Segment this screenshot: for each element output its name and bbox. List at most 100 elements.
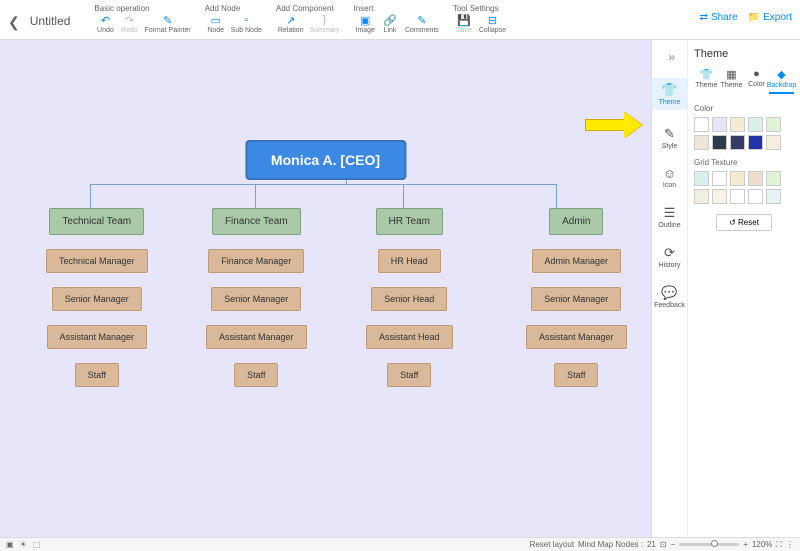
role-node[interactable]: Admin Manager [532,249,622,273]
status-icon[interactable]: ▣ [6,540,14,549]
summary-button[interactable]: }Summary [308,14,342,34]
zoom-slider[interactable] [679,543,739,546]
color-swatch[interactable] [694,117,709,132]
sub-node-icon: ▫ [239,14,253,26]
link-icon: 🔗 [383,14,397,26]
dept-column: HR Team HR Head Senior Head Assistant Head S… [366,208,453,387]
grid-swatch[interactable] [712,189,727,204]
theme-panel: Theme 👕Theme▦Theme●Color◆Backdrop Color … [687,40,800,537]
role-node[interactable]: Assistant Manager [206,325,307,349]
document-title[interactable]: Untitled [26,4,89,28]
role-node[interactable]: Senior Manager [531,287,621,311]
grid-swatch[interactable] [748,189,763,204]
grid-swatch[interactable] [730,189,745,204]
node-button[interactable]: ▭Node [205,14,227,34]
role-node[interactable]: Assistant Manager [47,325,148,349]
zoom-fit-icon[interactable]: ⊡ [660,540,667,549]
dept-node[interactable]: Technical Team [49,208,144,235]
redo-icon: ↷ [122,14,136,26]
role-node[interactable]: Staff [387,363,431,387]
color-swatch[interactable] [712,117,727,132]
status-icon-2[interactable]: ☀ [20,540,27,549]
share-button[interactable]: ⇄Share [700,12,738,23]
zoom-value: 120% [752,540,772,549]
redo-button[interactable]: ↷Redo [118,14,140,34]
role-node[interactable]: Assistant Head [366,325,453,349]
panel-collapse-button[interactable]: » [668,50,675,64]
share-icon: ⇄ [700,12,708,23]
role-node[interactable]: Senior Manager [52,287,142,311]
role-node[interactable]: Staff [554,363,598,387]
role-node[interactable]: Senior Manager [211,287,301,311]
grid-swatch[interactable] [748,171,763,186]
role-node[interactable]: Senior Head [371,287,447,311]
color-swatch[interactable] [730,135,745,150]
export-icon: 📁 [748,12,760,23]
nodes-count: 21 [647,540,656,549]
fullscreen-icon[interactable]: ⛶ [776,540,782,550]
comments-icon: ✎ [415,14,429,26]
rail-style[interactable]: ✎Style [662,126,678,150]
export-button[interactable]: 📁Export [748,12,792,23]
panel-tab-backdrop[interactable]: ◆Backdrop [769,68,794,94]
icon-icon: ☺ [663,166,676,181]
rail-history[interactable]: ⟳History [659,245,681,269]
node-icon: ▭ [209,14,223,26]
more-icon[interactable]: ⋮ [786,540,794,549]
role-node[interactable]: Technical Manager [46,249,148,273]
grid-swatch[interactable] [766,189,781,204]
panel-tab-theme[interactable]: 👕Theme [694,68,719,94]
role-node[interactable]: Staff [75,363,119,387]
color-swatch[interactable] [712,135,727,150]
rail-theme[interactable]: 👕Theme [652,78,687,110]
role-node[interactable]: HR Head [378,249,441,273]
dept-node[interactable]: HR Team [376,208,444,235]
panel-tab-theme2[interactable]: ▦Theme [719,68,744,94]
reset-layout-button[interactable]: Reset layout [530,540,574,549]
feedback-icon: 💬 [661,285,677,301]
rail-feedback[interactable]: 💬Feedback [654,285,685,309]
dept-column: Technical Team Technical Manager Senior Ma… [46,208,148,387]
toolbar-group-label: Insert [354,4,441,13]
sub-node-button[interactable]: ▫Sub Node [229,14,264,34]
undo-button[interactable]: ↶Undo [94,14,116,34]
grid-swatch[interactable] [766,171,781,186]
comments-button[interactable]: ✎Comments [403,14,441,34]
link-button[interactable]: 🔗Link [379,14,401,34]
color-swatch[interactable] [766,117,781,132]
grid-swatch[interactable] [712,171,727,186]
role-node[interactable]: Staff [234,363,278,387]
color-swatch[interactable] [748,117,763,132]
collapse-button[interactable]: ⊟Collapse [477,14,508,34]
dept-node[interactable]: Admin [549,208,603,235]
role-node[interactable]: Finance Manager [208,249,304,273]
dept-column: Finance Team Finance Manager Senior Manage… [206,208,307,387]
grid-swatch[interactable] [730,171,745,186]
color-swatch[interactable] [748,135,763,150]
relation-button[interactable]: ↗Relation [276,14,306,34]
color-swatch[interactable] [766,135,781,150]
image-button[interactable]: ▣Image [354,14,377,34]
format-painter-icon: ✎ [161,14,175,26]
grid-section-label: Grid Texture [694,158,794,167]
role-node[interactable]: Assistant Manager [526,325,627,349]
grid-swatch[interactable] [694,171,709,186]
color-swatch[interactable] [694,135,709,150]
color-section-label: Color [694,104,794,113]
dept-node[interactable]: Finance Team [212,208,301,235]
back-button[interactable]: ❮ [8,4,26,31]
root-node[interactable]: Monica A. [CEO] [245,140,406,180]
reset-button[interactable]: ↺ Reset [716,214,772,231]
collapse-icon: ⊟ [485,14,499,26]
format-painter-button[interactable]: ✎Format Painter [142,14,192,34]
grid-swatch[interactable] [694,189,709,204]
save-button[interactable]: 💾Save [453,14,475,34]
mindmap-canvas[interactable]: Monica A. [CEO] Technical TeamTechnical … [0,40,651,537]
rail-outline[interactable]: ☰Outline [658,205,680,229]
rail-icon[interactable]: ☺Icon [663,166,676,189]
panel-tab-color[interactable]: ●Color [744,68,769,94]
style-icon: ✎ [664,126,675,142]
status-icon-3[interactable]: ⬚ [33,540,41,549]
color-swatch[interactable] [730,117,745,132]
theme2-tab-icon: ▦ [726,68,736,81]
